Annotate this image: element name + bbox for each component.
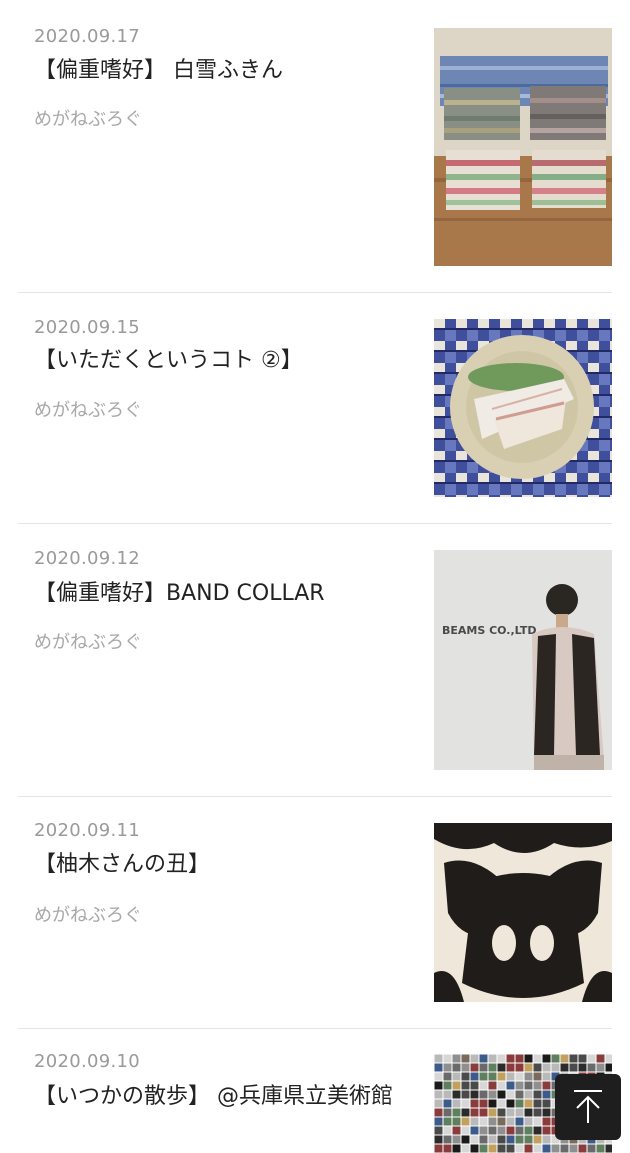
post-date: 2020.09.10 [34, 1051, 141, 1072]
post-date: 2020.09.12 [34, 548, 141, 569]
post-title[interactable]: 【いつかの散歩】 @兵庫県立美術館 [34, 1080, 404, 1114]
list-item[interactable]: 2020.09.17 【偏重嗜好】 白雪ふきん めがねぶろぐ [18, 0, 612, 293]
post-thumbnail[interactable] [434, 28, 612, 266]
list-item[interactable]: 2020.09.11 【柚木さんの丑】 めがねぶろぐ [18, 797, 612, 1029]
post-title[interactable]: 【柚木さんの丑】 [34, 848, 404, 882]
post-date: 2020.09.11 [34, 820, 141, 841]
post-title[interactable]: 【偏重嗜好】 白雪ふきん [34, 54, 404, 88]
post-blog-name: めがねぶろぐ [34, 905, 142, 926]
list-item[interactable]: 2020.09.12 【偏重嗜好】BAND COLLAR めがねぶろぐ BEAM… [18, 524, 612, 797]
post-thumbnail[interactable] [434, 319, 612, 497]
post-blog-name: めがねぶろぐ [34, 632, 142, 653]
post-thumbnail[interactable]: BEAMS CO.,LTD. [434, 550, 612, 770]
post-blog-name: めがねぶろぐ [34, 109, 142, 130]
post-date: 2020.09.15 [34, 317, 141, 338]
back-to-top-button[interactable] [555, 1074, 621, 1140]
arrow-up-icon [574, 1090, 602, 1123]
thumb-sign-text: BEAMS CO.,LTD. [442, 624, 541, 637]
post-title[interactable]: 【いただくというコト ②】 [34, 344, 404, 378]
post-thumbnail[interactable] [434, 823, 612, 1002]
post-date: 2020.09.17 [34, 26, 141, 47]
post-blog-name: めがねぶろぐ [34, 400, 142, 421]
list-item[interactable]: 2020.09.10 【いつかの散歩】 @兵庫県立美術館 [18, 1029, 612, 1153]
post-title[interactable]: 【偏重嗜好】BAND COLLAR [34, 577, 404, 611]
list-item[interactable]: 2020.09.15 【いただくというコト ②】 めがねぶろぐ [18, 293, 612, 524]
